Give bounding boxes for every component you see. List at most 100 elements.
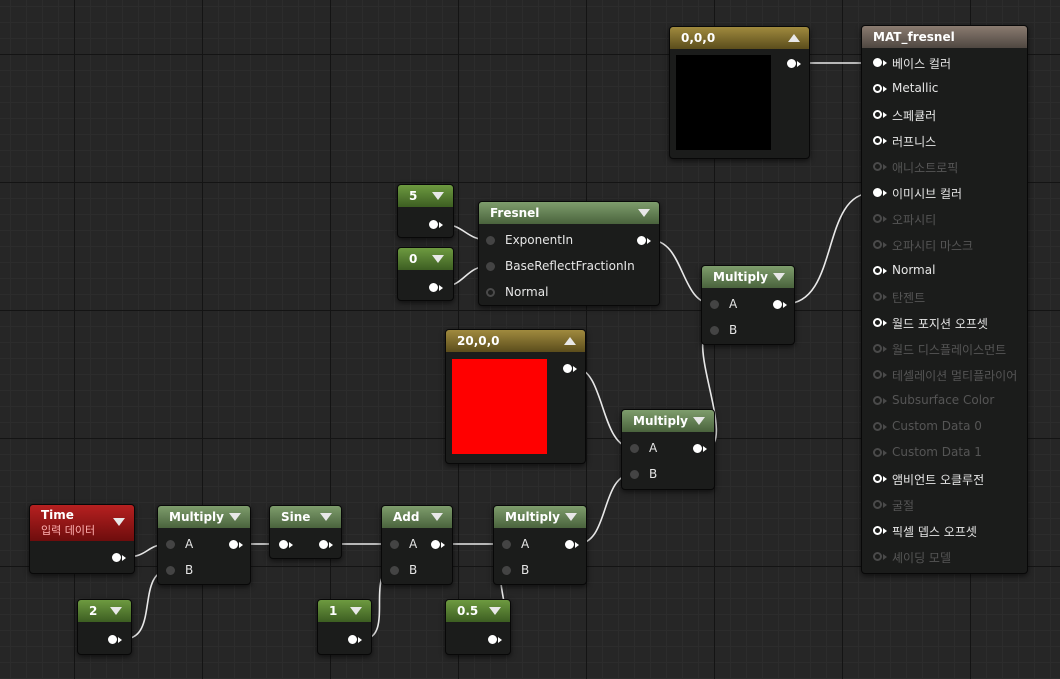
node-header[interactable]: Sine [270,506,341,528]
material-input-pin[interactable] [873,136,882,145]
material-input-pin[interactable] [873,240,882,249]
output-pin[interactable] [229,540,238,549]
input-pin-b[interactable] [166,566,175,575]
material-input-pin[interactable] [873,84,882,93]
expand-caret-icon[interactable] [432,192,444,200]
node-header[interactable]: 0.5 [446,600,510,622]
basereflect-input-pin[interactable] [486,262,495,271]
constant-node-0-5[interactable]: 0.5 [445,599,511,655]
color-constant-node-red[interactable]: 20,0,0 [445,329,586,464]
expand-caret-icon[interactable] [350,607,362,615]
node-header[interactable]: 1 [318,600,371,622]
node-header[interactable]: Time 입력 데이터 [30,505,134,541]
multiply-node-emissive[interactable]: Multiply A B [701,265,795,345]
material-input-pin[interactable] [873,266,882,275]
node-header[interactable]: Multiply [702,266,794,288]
material-input-pin[interactable] [873,526,882,535]
expand-caret-icon[interactable] [693,417,705,425]
output-pin[interactable] [112,553,121,562]
output-pin[interactable] [429,220,438,229]
expand-caret-icon[interactable] [565,513,577,521]
expand-caret-icon[interactable] [489,607,501,615]
time-node[interactable]: Time 입력 데이터 [29,504,135,574]
expand-caret-icon[interactable] [431,513,443,521]
material-input-pin[interactable] [873,292,882,301]
output-pin[interactable] [563,364,572,373]
fresnel-node[interactable]: Fresnel ExponentIn BaseReflectFractionIn… [478,201,660,306]
expand-caret-icon[interactable] [113,518,125,526]
node-header[interactable]: Multiply [494,506,586,528]
input-pin-a[interactable] [390,540,399,549]
input-pin-b[interactable] [390,566,399,575]
collapse-caret-icon[interactable] [564,337,576,345]
material-input-pin[interactable] [873,422,882,431]
collapse-caret-icon[interactable] [788,34,800,42]
input-pin-a[interactable] [630,444,639,453]
expand-caret-icon[interactable] [110,607,122,615]
output-pin[interactable] [429,283,438,292]
input-pin-a[interactable] [502,540,511,549]
node-header[interactable]: 2 [78,600,131,622]
color-constant-node-black[interactable]: 0,0,0 [669,26,810,159]
constant-node-5[interactable]: 5 [397,184,454,238]
sine-node[interactable]: Sine [269,505,342,559]
material-input-pin[interactable] [873,500,882,509]
constant-node-2[interactable]: 2 [77,599,132,655]
material-input-pin[interactable] [873,110,882,119]
node-header[interactable]: Add [382,506,452,528]
constant-node-0[interactable]: 0 [397,247,454,301]
node-header[interactable]: Multiply [622,410,714,432]
output-pin[interactable] [693,444,702,453]
multiply-node-half[interactable]: Multiply A B [493,505,587,585]
material-input-pin[interactable] [873,552,882,561]
material-input-pin[interactable] [873,58,882,67]
input-pin-b[interactable] [502,566,511,575]
input-pin-a[interactable] [710,300,719,309]
output-pin[interactable] [773,300,782,309]
material-input-pin[interactable] [873,370,882,379]
material-input-pin[interactable] [873,188,882,197]
output-pin[interactable] [108,635,117,644]
node-title: 1 [329,604,338,618]
output-pin[interactable] [348,635,357,644]
constant-node-1[interactable]: 1 [317,599,372,655]
expand-caret-icon[interactable] [320,513,332,521]
input-pin[interactable] [279,540,288,549]
material-input-pin[interactable] [873,318,882,327]
output-pin[interactable] [319,540,328,549]
node-header[interactable]: 0,0,0 [670,27,809,49]
input-pin-b[interactable] [710,326,719,335]
expand-caret-icon[interactable] [229,513,241,521]
expand-caret-icon[interactable] [432,255,444,263]
node-header[interactable]: MAT_fresnel [862,26,1027,48]
expand-caret-icon[interactable] [638,209,650,217]
input-pin-b[interactable] [630,470,639,479]
node-header[interactable]: 5 [398,185,453,207]
multiply-node-color[interactable]: Multiply A B [621,409,715,490]
material-input-pin[interactable] [873,396,882,405]
node-header[interactable]: 0 [398,248,453,270]
output-pin[interactable] [787,59,796,68]
node-header[interactable]: Fresnel [479,202,659,224]
material-input-pin[interactable] [873,474,882,483]
material-result-node[interactable]: MAT_fresnel 베이스 컬러 Metallic 스페큘러 러프니스 애니소트로픽… [861,25,1028,574]
node-header[interactable]: Multiply [158,506,250,528]
multiply-node-time[interactable]: Multiply A B [157,505,251,585]
material-input-pin[interactable] [873,448,882,457]
output-pin[interactable] [565,540,574,549]
output-pin[interactable] [431,540,440,549]
material-input-label: 셰이딩 모델 [892,551,952,565]
node-header[interactable]: 20,0,0 [446,330,585,352]
add-node[interactable]: Add A B [381,505,453,585]
normal-input-pin[interactable] [486,288,495,297]
output-pin[interactable] [488,635,497,644]
pin-label: B [185,563,194,577]
input-arrow-icon [883,372,887,378]
output-pin[interactable] [637,236,646,245]
input-pin-a[interactable] [166,540,175,549]
exponent-input-pin[interactable] [486,236,495,245]
material-input-pin[interactable] [873,162,882,171]
material-input-pin[interactable] [873,214,882,223]
material-input-pin[interactable] [873,344,882,353]
expand-caret-icon[interactable] [773,273,785,281]
